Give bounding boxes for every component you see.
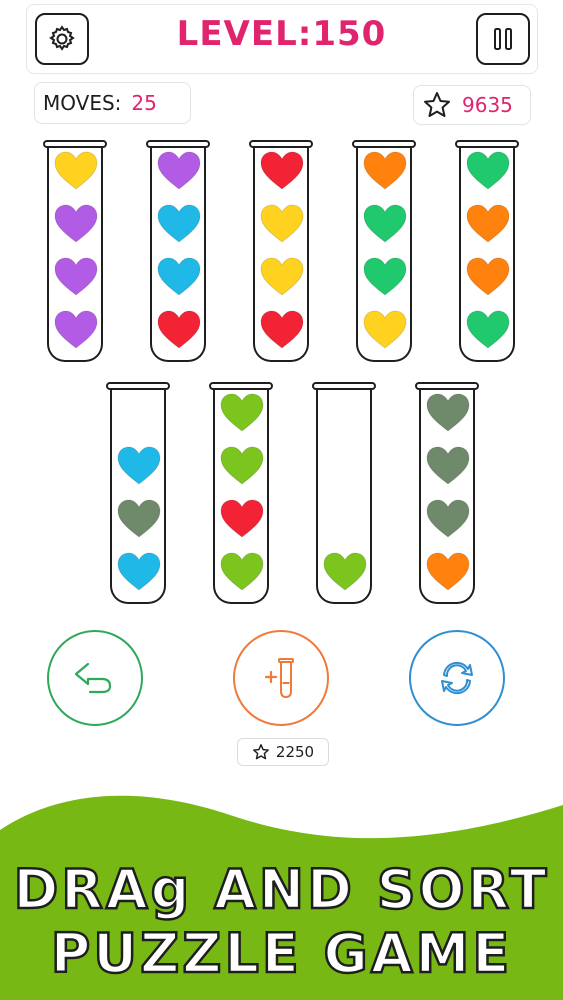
moves-counter: MOVES: 25 [34,82,191,124]
restart-icon [441,661,473,695]
gear-icon [49,25,75,51]
tube-9[interactable] [415,382,479,604]
add-tube-button[interactable] [233,630,329,726]
heart-purple [54,204,98,243]
heart-blue [117,446,161,485]
tube-1[interactable] [43,140,107,362]
tube-6[interactable] [106,382,170,604]
heart-orange [466,257,510,296]
heart-olive [426,393,470,432]
promo-line-2: PUZZLE GAME [49,921,513,987]
heart-blue [157,257,201,296]
heart-lime [220,446,264,485]
pause-icon [494,28,512,50]
pause-button[interactable] [476,13,530,65]
add-tube-icon [264,658,294,699]
star-icon [424,92,450,117]
level-title: LEVEL:150 [176,14,387,54]
add-tube-cost-value: 2250 [275,743,315,761]
heart-green [466,310,510,349]
heart-olive [426,446,470,485]
moves-label: MOVES: [43,91,122,115]
tube-4[interactable] [352,140,416,362]
tube-rim [352,140,416,148]
heart-red [260,310,304,349]
heart-blue [117,552,161,591]
settings-button[interactable] [35,13,89,65]
star-icon [252,744,269,760]
heart-olive [117,499,161,538]
heart-lime [220,393,264,432]
tube-rim [455,140,519,148]
heart-green [363,204,407,243]
heart-green [363,257,407,296]
tube-rim [209,382,273,390]
tube-5[interactable] [455,140,519,362]
heart-red [260,151,304,190]
heart-purple [54,257,98,296]
promo-banner: DRAg AND SORT PUZZLE GAME [0,790,563,1000]
heart-yellow [54,151,98,190]
restart-button[interactable] [409,630,505,726]
heart-yellow [260,204,304,243]
tube-rim [312,382,376,390]
tube-2[interactable] [146,140,210,362]
add-tube-cost: 2250 [237,738,329,766]
tube-rim [249,140,313,148]
heart-red [220,499,264,538]
heart-orange [426,552,470,591]
heart-orange [466,204,510,243]
tube-3[interactable] [249,140,313,362]
heart-lime [323,552,367,591]
tube-rim [415,382,479,390]
heart-red [157,310,201,349]
tube-7[interactable] [209,382,273,604]
tube-rim [43,140,107,148]
heart-orange [363,151,407,190]
heart-blue [157,204,201,243]
heart-green [466,151,510,190]
heart-purple [157,151,201,190]
stars-value: 9635 [462,93,513,117]
undo-button[interactable] [47,630,143,726]
tube-8[interactable] [312,382,376,604]
moves-value: 25 [131,91,157,115]
stars-counter: 9635 [413,85,531,125]
heart-olive [426,499,470,538]
promo-line-1: DRAg AND SORT [12,857,550,923]
undo-icon [74,662,112,694]
heart-purple [54,310,98,349]
heart-yellow [363,310,407,349]
tube-rim [106,382,170,390]
tube-rim [146,140,210,148]
heart-yellow [260,257,304,296]
heart-lime [220,552,264,591]
